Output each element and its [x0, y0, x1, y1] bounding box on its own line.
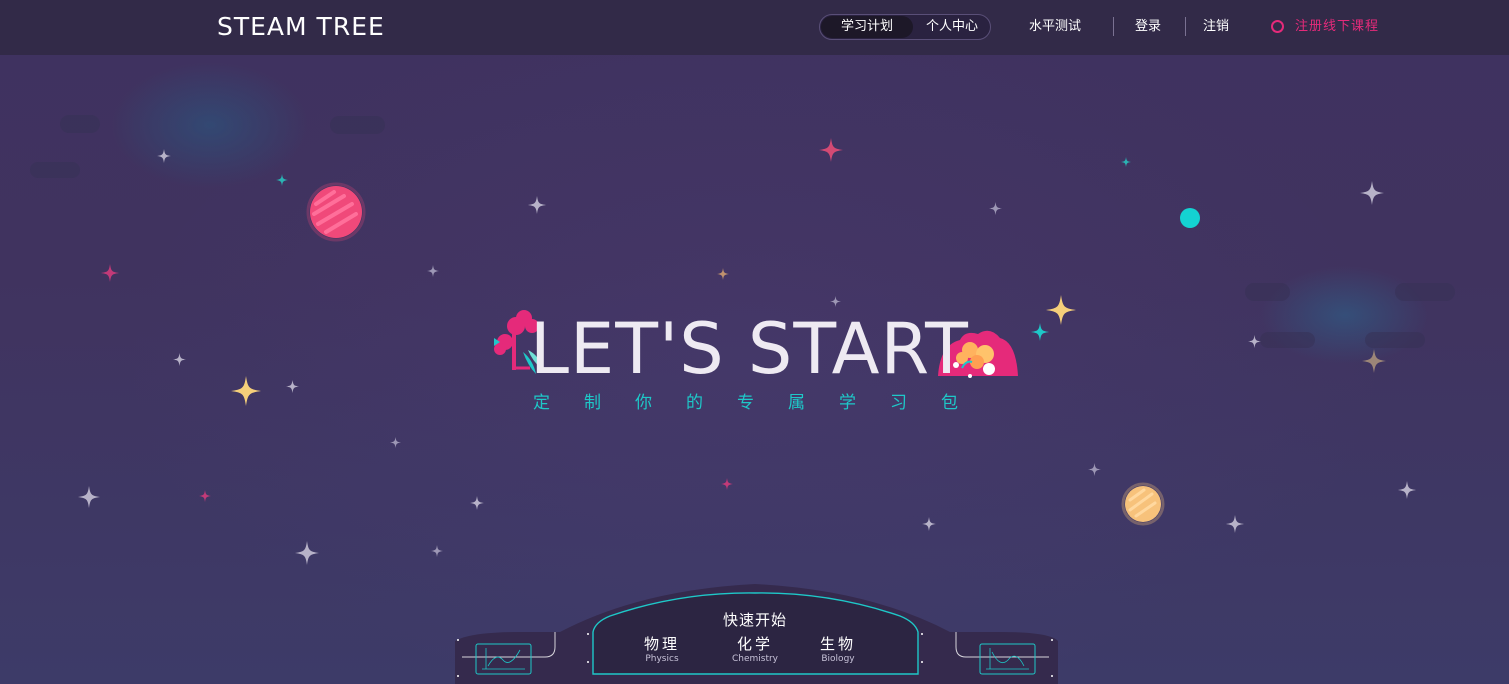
star-icon: [199, 490, 211, 502]
hero-title: LET'S START: [530, 308, 969, 390]
planet-icon: [1180, 208, 1200, 228]
subject-label: 物理: [643, 635, 680, 653]
star-icon: [295, 541, 319, 565]
tab-study-plan[interactable]: 学习计划: [821, 16, 913, 38]
subject-sublabel: Physics: [645, 654, 679, 664]
star-icon: [922, 517, 936, 531]
divider: [1113, 17, 1114, 36]
star-icon: [101, 264, 119, 282]
star-icon: [1121, 157, 1131, 167]
star-icon: [528, 196, 546, 214]
star-icon: [819, 138, 843, 162]
star-icon: [276, 174, 288, 186]
star-icon: [1088, 463, 1101, 476]
star-icon: [157, 149, 171, 163]
logout-link[interactable]: 注销: [1203, 18, 1229, 36]
star-icon: [1031, 323, 1049, 341]
star-icon: [431, 545, 443, 557]
tab-switch: 学习计划 个人中心: [819, 14, 991, 40]
star-icon: [717, 268, 729, 280]
subject-sublabel: Biology: [821, 654, 855, 664]
star-icon: [470, 496, 484, 510]
star-icon: [173, 353, 186, 366]
star-icon: [989, 202, 1002, 215]
quick-start-console: [455, 584, 1058, 684]
star-icon: [1248, 335, 1261, 348]
star-icon: [830, 296, 841, 307]
register-offline-label: 注册线下课程: [1295, 19, 1380, 34]
star-icon: [1360, 181, 1384, 205]
subject-label: 化学: [736, 635, 773, 653]
star-icon: [721, 478, 733, 490]
tab-personal-center[interactable]: 个人中心: [915, 16, 989, 38]
subject-label: 生物: [819, 635, 856, 653]
subject-sublabel: Chemistry: [731, 654, 779, 664]
divider: [1185, 17, 1186, 36]
planet-icon: [306, 182, 366, 242]
star-icon: [1226, 515, 1244, 533]
star-icon: [286, 380, 299, 393]
record-icon: [1271, 20, 1284, 33]
star-icon: [1398, 481, 1416, 499]
planet-icon: [1121, 482, 1165, 526]
star-icon: [78, 486, 100, 508]
hero-subtitle: 定制你的专属学习包: [533, 393, 992, 413]
subject-physics-button[interactable]: 物理 Physics: [622, 635, 702, 665]
star-icon: [1362, 349, 1386, 373]
sparkle-icon: [1046, 295, 1076, 325]
level-test-link[interactable]: 水平测试: [1029, 18, 1081, 36]
star-icon: [427, 265, 439, 277]
subject-biology-button[interactable]: 生物 Biology: [798, 635, 878, 665]
logo[interactable]: STEAM TREE: [217, 12, 385, 42]
top-nav: STEAM TREE 学习计划 个人中心 水平测试 登录 注销 注册线下课程: [0, 0, 1509, 55]
sparkle-icon: [231, 376, 261, 406]
star-icon: [390, 437, 401, 448]
login-link[interactable]: 登录: [1135, 18, 1161, 36]
quick-start-title: 快速开始: [722, 611, 787, 629]
subject-chemistry-button[interactable]: 化学 Chemistry: [715, 635, 795, 665]
